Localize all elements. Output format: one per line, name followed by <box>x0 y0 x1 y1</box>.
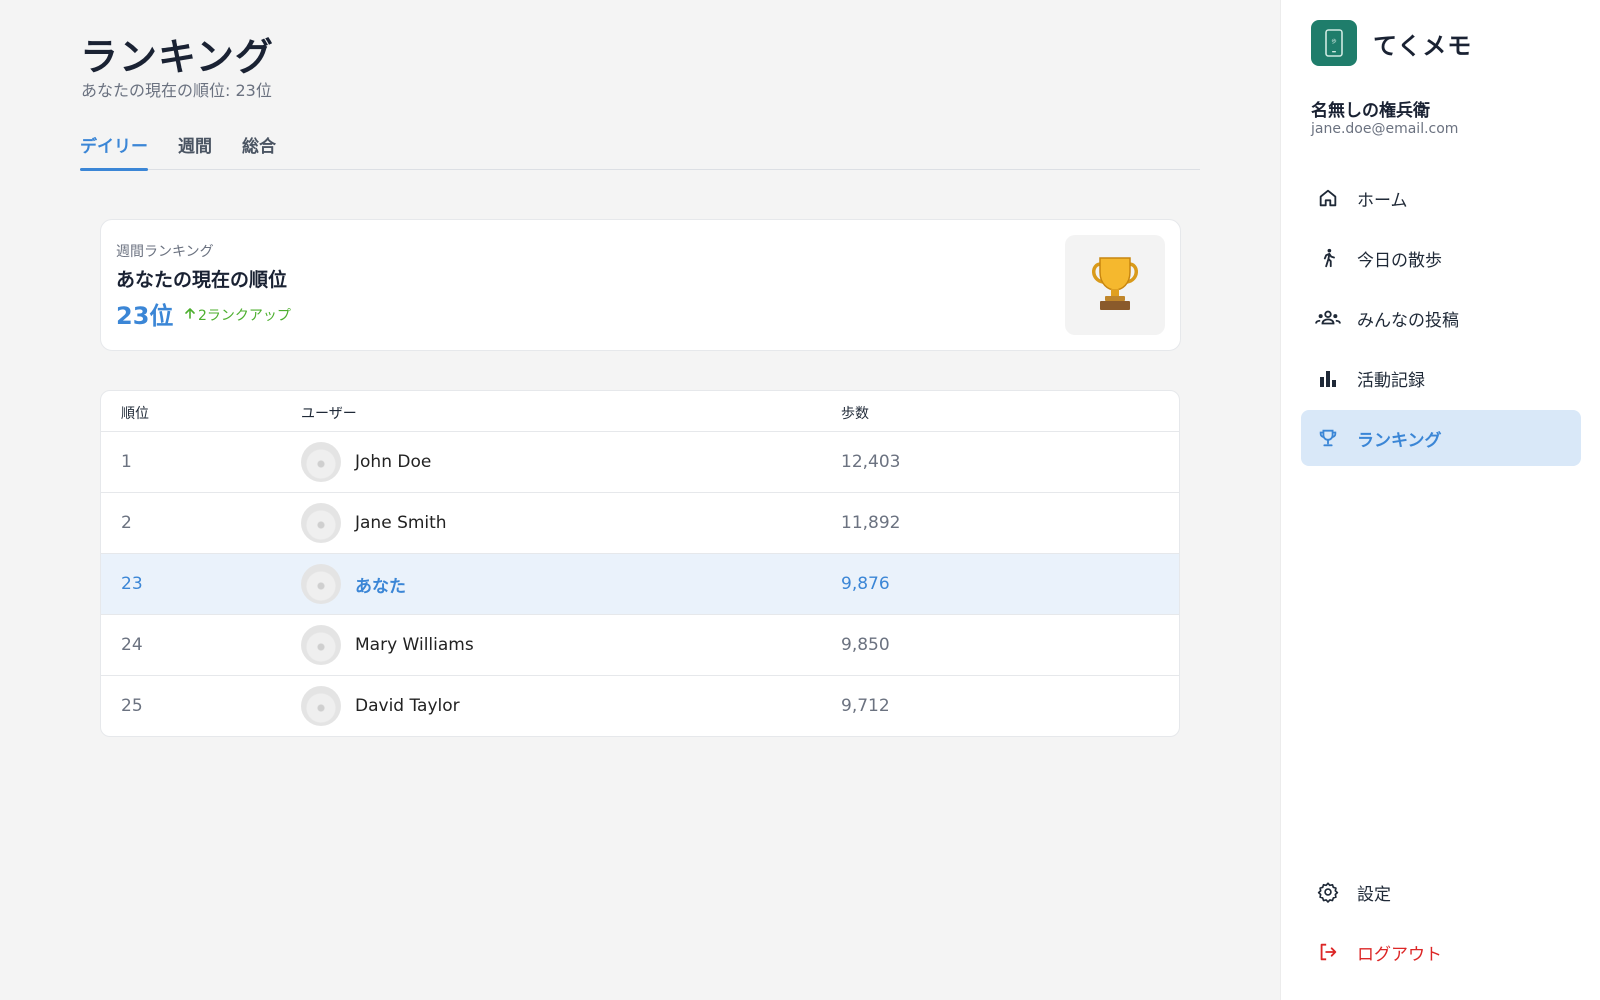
table-row[interactable]: 2 Jane Smith 11,892 <box>101 492 1179 553</box>
sidebar-item-label: 今日の散歩 <box>1357 250 1442 271</box>
logout-label: ログアウト <box>1357 944 1442 965</box>
my-rank-card: 週間ランキング あなたの現在の順位 23位 2ランクアップ <box>100 219 1181 351</box>
row-steps: 12,403 <box>841 452 901 472</box>
row-user: John Doe <box>301 442 431 482</box>
sidebar: 歩 てくメモ 名無しの権兵衛 jane.doe@email.com ホーム 今日… <box>1280 0 1600 1000</box>
user-name: David Taylor <box>355 696 460 716</box>
sidebar-item-home[interactable]: ホーム <box>1301 170 1581 226</box>
row-rank: 2 <box>121 513 132 533</box>
sidebar-item-ranking[interactable]: ランキング <box>1301 410 1581 466</box>
settings-label: 設定 <box>1357 884 1391 905</box>
sidebar-item-label: 活動記録 <box>1357 370 1425 391</box>
trophy-icon <box>1089 254 1141 316</box>
group-icon <box>1315 305 1341 331</box>
walking-icon <box>1315 245 1341 271</box>
avatar <box>301 564 341 604</box>
user-name: Jane Smith <box>355 513 447 533</box>
row-rank: 24 <box>121 635 143 655</box>
row-user: Jane Smith <box>301 503 447 543</box>
row-rank: 1 <box>121 452 132 472</box>
sidebar-nav: ホーム 今日の散歩 みんなの投稿 活動記録 ランキング <box>1301 170 1581 470</box>
table-row-current-user[interactable]: 23 あなた 9,876 <box>101 553 1179 614</box>
main-content: ランキング あなたの現在の順位: 23位 デイリー 週間 総合 週間ランキング … <box>0 0 1280 1000</box>
rank-change-text: 2ランクアップ <box>198 308 291 324</box>
profile-email: jane.doe@email.com <box>1311 121 1459 137</box>
brand[interactable]: 歩 てくメモ <box>1311 20 1472 66</box>
rank-card-label: 週間ランキング <box>116 244 214 260</box>
my-rank-value: 23位 <box>116 302 174 330</box>
sidebar-item-walk[interactable]: 今日の散歩 <box>1301 230 1581 286</box>
row-rank: 25 <box>121 696 143 716</box>
sidebar-item-label: みんなの投稿 <box>1357 310 1459 331</box>
row-steps: 9,876 <box>841 574 890 594</box>
sidebar-item-settings[interactable]: 設定 <box>1301 864 1581 920</box>
table-row[interactable]: 24 Mary Williams 9,850 <box>101 614 1179 675</box>
row-steps: 9,850 <box>841 635 890 655</box>
rank-change: 2ランクアップ <box>184 305 291 325</box>
header-user: ユーザー <box>301 406 357 422</box>
user-name: Mary Williams <box>355 635 474 655</box>
table-row[interactable]: 1 John Doe 12,403 <box>101 431 1179 492</box>
bar-chart-icon <box>1315 365 1341 391</box>
tab-overall[interactable]: 総合 <box>242 128 276 170</box>
row-steps: 11,892 <box>841 513 901 533</box>
table-row[interactable]: 25 David Taylor 9,712 <box>101 675 1179 736</box>
page-title: ランキング <box>80 35 274 79</box>
svg-text:歩: 歩 <box>1331 38 1336 45</box>
avatar <box>301 442 341 482</box>
avatar <box>301 503 341 543</box>
rank-card-heading: あなたの現在の順位 <box>116 269 288 291</box>
trophy-icon <box>1315 425 1341 451</box>
home-icon <box>1315 185 1341 211</box>
trophy-badge <box>1065 235 1165 335</box>
profile-name: 名無しの権兵衛 <box>1311 101 1430 121</box>
header-steps: 歩数 <box>841 406 869 422</box>
sidebar-item-label: ホーム <box>1357 190 1408 211</box>
avatar <box>301 686 341 726</box>
row-steps: 9,712 <box>841 696 890 716</box>
sidebar-item-posts[interactable]: みんなの投稿 <box>1301 290 1581 346</box>
sidebar-item-activity[interactable]: 活動記録 <box>1301 350 1581 406</box>
row-rank: 23 <box>121 574 143 594</box>
row-user: Mary Williams <box>301 625 474 665</box>
avatar <box>301 625 341 665</box>
row-user: あなた <box>301 564 406 604</box>
page-subtitle: あなたの現在の順位: 23位 <box>81 81 272 100</box>
sidebar-bottom-nav: 設定 ログアウト <box>1301 864 1581 984</box>
sidebar-item-label: ランキング <box>1357 430 1442 451</box>
arrow-up-icon <box>184 307 196 323</box>
ranking-table: 順位 ユーザー 歩数 1 John Doe 12,403 2 Jane Smit… <box>100 390 1180 737</box>
header-rank: 順位 <box>121 406 149 422</box>
brand-name: てくメモ <box>1373 31 1473 60</box>
ranking-tabs: デイリー 週間 総合 <box>80 128 1200 171</box>
tab-weekly[interactable]: 週間 <box>178 128 212 170</box>
row-user: David Taylor <box>301 686 460 726</box>
logout-icon <box>1315 939 1341 965</box>
user-name: John Doe <box>355 452 432 472</box>
gear-icon <box>1315 879 1341 905</box>
user-name: あなた <box>355 576 406 597</box>
app-logo-icon: 歩 <box>1311 20 1357 66</box>
logout-button[interactable]: ログアウト <box>1301 924 1581 980</box>
tab-daily[interactable]: デイリー <box>80 128 148 171</box>
table-header: 順位 ユーザー 歩数 <box>101 391 1179 431</box>
